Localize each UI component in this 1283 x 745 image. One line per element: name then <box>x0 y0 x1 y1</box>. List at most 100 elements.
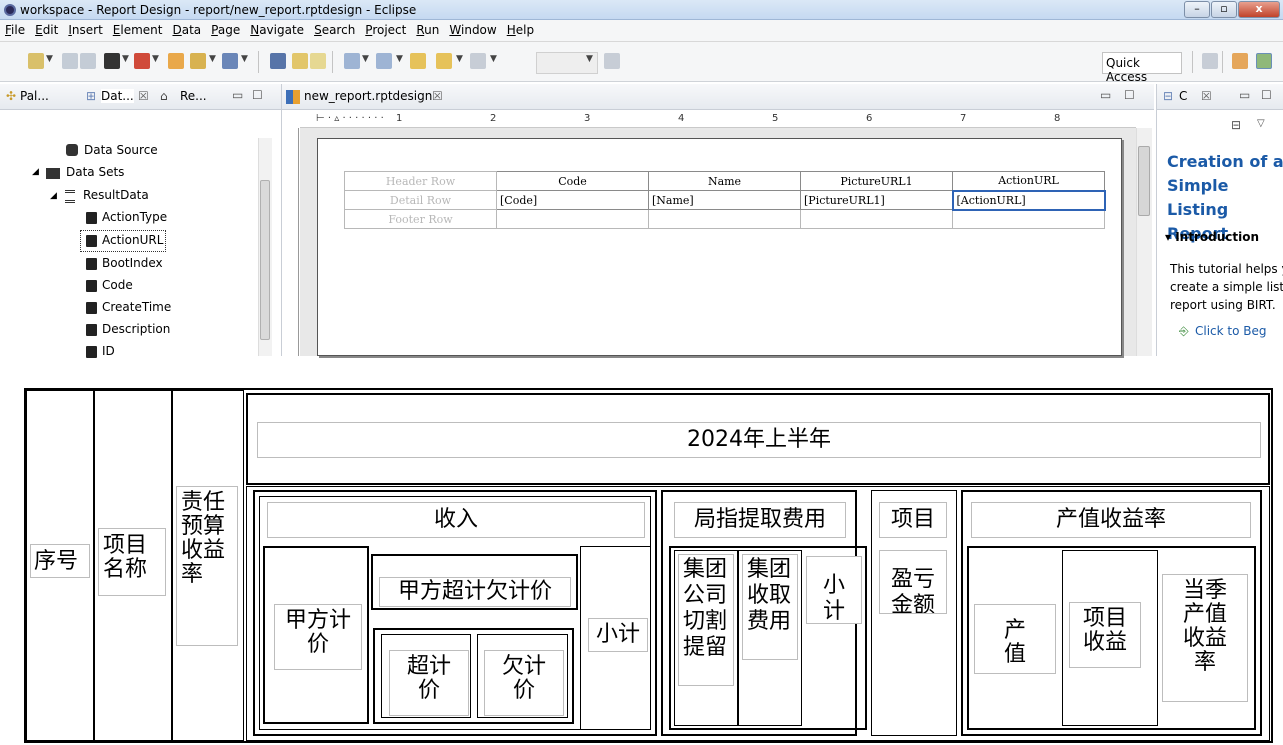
save-all-icon[interactable] <box>80 53 96 69</box>
expand-arrow-icon[interactable]: ◢ <box>50 191 57 201</box>
external-tools-icon[interactable] <box>222 53 238 69</box>
annotation-icon[interactable] <box>310 53 326 69</box>
tree-data-source[interactable]: Data Source <box>84 143 158 157</box>
menu-edit[interactable]: Edit <box>30 20 63 37</box>
minimize-button[interactable]: – <box>1184 1 1210 18</box>
detail-cell-name[interactable]: [Name] <box>648 190 801 210</box>
tree-scrollbar-thumb[interactable] <box>260 180 270 340</box>
toolbar-separator <box>1192 51 1193 73</box>
menu-element[interactable]: Element <box>108 20 168 37</box>
dropdown-arrow-icon[interactable]: ▼ <box>122 54 129 64</box>
menu-help[interactable]: Help <box>502 20 539 37</box>
detail-cell-actionurl[interactable]: [ActionURL] <box>951 189 1106 211</box>
menu-insert[interactable]: Insert <box>63 20 107 37</box>
header-cell-actionurl[interactable]: ActionURL <box>952 171 1105 191</box>
dropdown-arrow-icon[interactable]: ▼ <box>362 54 369 64</box>
data-explorer-icon: ⊞ <box>86 89 97 103</box>
tree-data-sets[interactable]: Data Sets <box>66 165 124 179</box>
dropdown-arrow-icon[interactable]: ▼ <box>46 54 53 64</box>
section-header[interactable]: ▾ Introduction <box>1165 230 1259 244</box>
dropdown-arrow-icon[interactable]: ▼ <box>456 54 463 64</box>
detail-cell-code[interactable]: [Code] <box>496 190 649 210</box>
tree-column-description[interactable]: Description <box>102 322 170 336</box>
tab-palette[interactable]: Pal... <box>20 89 49 103</box>
dropdown-arrow-icon[interactable]: ▼ <box>152 54 159 64</box>
menu-file[interactable]: File <box>0 20 30 37</box>
maximize-icon[interactable]: ☐ <box>1261 88 1272 102</box>
back-icon[interactable] <box>436 53 452 69</box>
tab-data-explorer[interactable]: Dat... <box>101 89 134 103</box>
footer-cell[interactable] <box>496 209 649 229</box>
minimize-icon[interactable]: ▭ <box>232 88 243 102</box>
detail-cell-pictureurl1[interactable]: [PictureURL1] <box>800 190 953 210</box>
click-to-begin-link[interactable]: Click to Beg <box>1195 324 1267 338</box>
tree-column-createtime[interactable]: CreateTime <box>102 300 171 314</box>
tab-cheat-sheet[interactable]: C <box>1179 89 1187 103</box>
report-design-perspective-icon[interactable] <box>1256 53 1272 69</box>
header-cell-pictureurl1[interactable]: PictureURL1 <box>800 171 953 191</box>
close-icon[interactable]: ☒ <box>1201 89 1212 103</box>
chevron-down-icon[interactable]: ▼ <box>586 54 593 64</box>
menu-search[interactable]: Search <box>309 20 360 37</box>
report-table[interactable]: Header Row Code Name PictureURL1 ActionU… <box>344 171 1106 229</box>
tree-result-data[interactable]: ResultData <box>83 188 149 202</box>
maximize-button[interactable]: ▫ <box>1211 1 1237 18</box>
new-icon[interactable] <box>28 53 44 69</box>
last-edit-icon[interactable] <box>410 53 426 69</box>
debug-perspective-icon[interactable] <box>1232 53 1248 69</box>
menu-run[interactable]: Run <box>411 20 444 37</box>
close-icon[interactable]: ☒ <box>138 89 149 103</box>
forward-icon[interactable] <box>470 53 486 69</box>
dropdown-arrow-icon[interactable]: ▼ <box>490 54 497 64</box>
menu-project[interactable]: Project <box>360 20 411 37</box>
open-perspective-icon[interactable] <box>1202 53 1218 69</box>
label-fees: 局指提取费用 <box>674 502 846 538</box>
editor-scrollbar-thumb[interactable] <box>1138 146 1150 216</box>
toolbar: ▼ ▼ ▼ ▼ ▼ ▼ ▼ ▼ ▼ ▼ Quick Access <box>0 42 1283 84</box>
next-annotation-icon[interactable] <box>344 53 360 69</box>
open-type-icon[interactable] <box>270 53 286 69</box>
menu-data[interactable]: Data <box>167 20 206 37</box>
run-icon[interactable] <box>168 53 184 69</box>
collapse-all-icon[interactable]: ⊟ <box>1231 118 1241 132</box>
quick-access-input[interactable]: Quick Access <box>1102 52 1182 84</box>
menu-page[interactable]: Page <box>206 20 245 37</box>
maximize-icon[interactable]: ☐ <box>1124 88 1135 102</box>
close-button[interactable]: x <box>1238 1 1280 18</box>
header-cell-code[interactable]: Code <box>496 171 649 191</box>
minimize-icon[interactable]: ▭ <box>1100 88 1111 102</box>
folder-icon <box>46 168 60 179</box>
label-group-fee: 集团收取费用 <box>742 554 798 660</box>
dropdown-arrow-icon[interactable]: ▼ <box>209 54 216 64</box>
view-menu-icon[interactable]: ▽ <box>1257 118 1265 129</box>
menu-navigate[interactable]: Navigate <box>245 20 309 37</box>
menu-window[interactable]: Window <box>444 20 501 37</box>
pin-icon[interactable] <box>604 53 620 69</box>
maximize-icon[interactable]: ☐ <box>252 88 263 102</box>
tree-column-actionurl[interactable]: ActionURL <box>102 233 163 247</box>
header-row[interactable]: Header Row Code Name PictureURL1 ActionU… <box>344 171 1105 191</box>
terminal-icon[interactable] <box>104 53 120 69</box>
debug-icon[interactable] <box>134 53 150 69</box>
tree-column-code[interactable]: Code <box>102 278 133 292</box>
footer-cell[interactable] <box>952 209 1105 229</box>
tree-column-id[interactable]: ID <box>102 344 115 358</box>
tree-column-bootindex[interactable]: BootIndex <box>102 256 163 270</box>
tree-column-actiontype[interactable]: ActionType <box>102 210 167 224</box>
header-cell-name[interactable]: Name <box>648 171 801 191</box>
close-icon[interactable]: ☒ <box>432 89 443 103</box>
footer-cell[interactable] <box>648 209 801 229</box>
tool-icon[interactable] <box>190 53 206 69</box>
footer-cell[interactable] <box>800 209 953 229</box>
pen-icon[interactable] <box>292 53 308 69</box>
tab-resource-explorer[interactable]: Re... <box>180 89 207 103</box>
prev-annotation-icon[interactable] <box>376 53 392 69</box>
dropdown-arrow-icon[interactable]: ▼ <box>241 54 248 64</box>
expand-arrow-icon[interactable]: ◢ <box>32 167 39 177</box>
tab-new-report[interactable]: new_report.rptdesign <box>304 89 432 103</box>
dropdown-arrow-icon[interactable]: ▼ <box>396 54 403 64</box>
save-icon[interactable] <box>62 53 78 69</box>
detail-row[interactable]: Detail Row [Code] [Name] [PictureURL1] [… <box>344 189 1106 211</box>
minimize-icon[interactable]: ▭ <box>1239 88 1250 102</box>
footer-row[interactable]: Footer Row <box>344 209 1105 229</box>
